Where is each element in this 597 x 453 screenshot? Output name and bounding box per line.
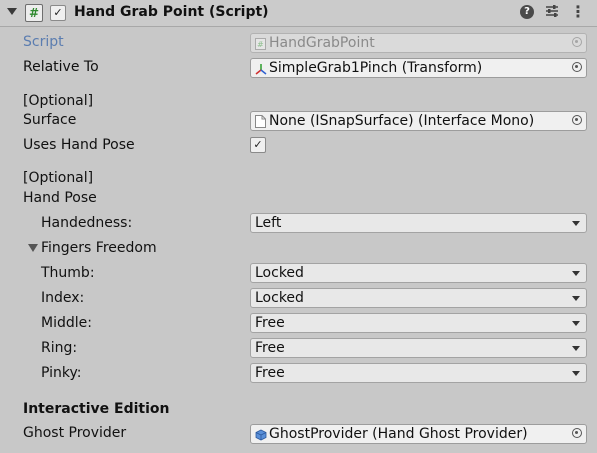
ring-label: Ring: — [41, 340, 78, 356]
thumb-dropdown[interactable]: Locked — [250, 263, 587, 283]
relative-to-field[interactable]: SimpleGrab1Pinch (Transform) — [250, 58, 587, 78]
thumb-value: Locked — [255, 265, 304, 281]
help-icon[interactable]: ? — [520, 5, 534, 19]
surface-label: Surface — [23, 112, 77, 128]
component-enabled-checkbox[interactable]: ✓ — [50, 5, 66, 21]
ring-dropdown[interactable]: Free — [250, 338, 587, 358]
index-dropdown[interactable]: Locked — [250, 288, 587, 308]
script-icon: # — [25, 4, 43, 22]
ghost-provider-label: Ghost Provider — [23, 425, 127, 441]
uses-hand-pose-label: Uses Hand Pose — [23, 137, 135, 153]
index-value: Locked — [255, 290, 304, 306]
surface-optional-label: [Optional] — [23, 93, 94, 109]
surface-value: None (ISnapSurface) (Interface Mono) — [269, 113, 535, 129]
prefab-cube-icon — [255, 428, 267, 441]
surface-field[interactable]: None (ISnapSurface) (Interface Mono) — [250, 111, 587, 131]
kebab-menu-icon[interactable]: ⋮ — [570, 4, 586, 20]
dropdown-arrow-icon — [572, 221, 580, 226]
transform-icon — [255, 62, 267, 75]
handedness-value: Left — [255, 215, 282, 231]
script-label: Script — [23, 34, 64, 50]
object-picker-icon[interactable] — [572, 62, 582, 72]
uses-hand-pose-checkbox[interactable]: ✓ — [250, 137, 266, 153]
ghost-provider-field[interactable]: GhostProvider (Hand Ghost Provider) — [250, 424, 587, 444]
object-picker-icon[interactable] — [572, 115, 582, 125]
foldout-arrow-icon[interactable] — [7, 8, 17, 15]
handedness-label: Handedness: — [41, 215, 133, 231]
pinky-dropdown[interactable]: Free — [250, 363, 587, 383]
presets-icon[interactable] — [544, 4, 560, 20]
script-file-icon: # — [255, 37, 266, 50]
dropdown-arrow-icon — [572, 321, 580, 326]
component-header: # ✓ Hand Grab Point (Script) ? ⋮ — [0, 0, 597, 27]
relative-to-label: Relative To — [23, 59, 99, 75]
dropdown-arrow-icon — [572, 346, 580, 351]
svg-text:#: # — [257, 40, 264, 49]
middle-value: Free — [255, 315, 285, 331]
hand-pose-label: Hand Pose — [23, 190, 97, 206]
pinky-label: Pinky: — [41, 365, 82, 381]
handedness-dropdown[interactable]: Left — [250, 213, 587, 233]
fingers-freedom-foldout-icon[interactable] — [28, 244, 38, 252]
script-value: HandGrabPoint — [269, 35, 375, 51]
middle-dropdown[interactable]: Free — [250, 313, 587, 333]
document-icon — [255, 115, 266, 128]
interactive-edition-header: Interactive Edition — [23, 401, 170, 417]
hand-pose-optional-label: [Optional] — [23, 170, 94, 186]
fingers-freedom-label[interactable]: Fingers Freedom — [41, 240, 157, 256]
dropdown-arrow-icon — [572, 271, 580, 276]
thumb-label: Thumb: — [41, 265, 95, 281]
object-picker-icon[interactable] — [572, 428, 582, 438]
index-label: Index: — [41, 290, 85, 306]
pinky-value: Free — [255, 365, 285, 381]
script-field: # HandGrabPoint — [250, 33, 587, 53]
middle-label: Middle: — [41, 315, 92, 331]
object-picker-icon — [572, 37, 582, 47]
ghost-provider-value: GhostProvider (Hand Ghost Provider) — [269, 426, 528, 442]
dropdown-arrow-icon — [572, 371, 580, 376]
relative-to-value: SimpleGrab1Pinch (Transform) — [269, 60, 483, 76]
component-title: Hand Grab Point (Script) — [74, 4, 269, 20]
ring-value: Free — [255, 340, 285, 356]
dropdown-arrow-icon — [572, 296, 580, 301]
